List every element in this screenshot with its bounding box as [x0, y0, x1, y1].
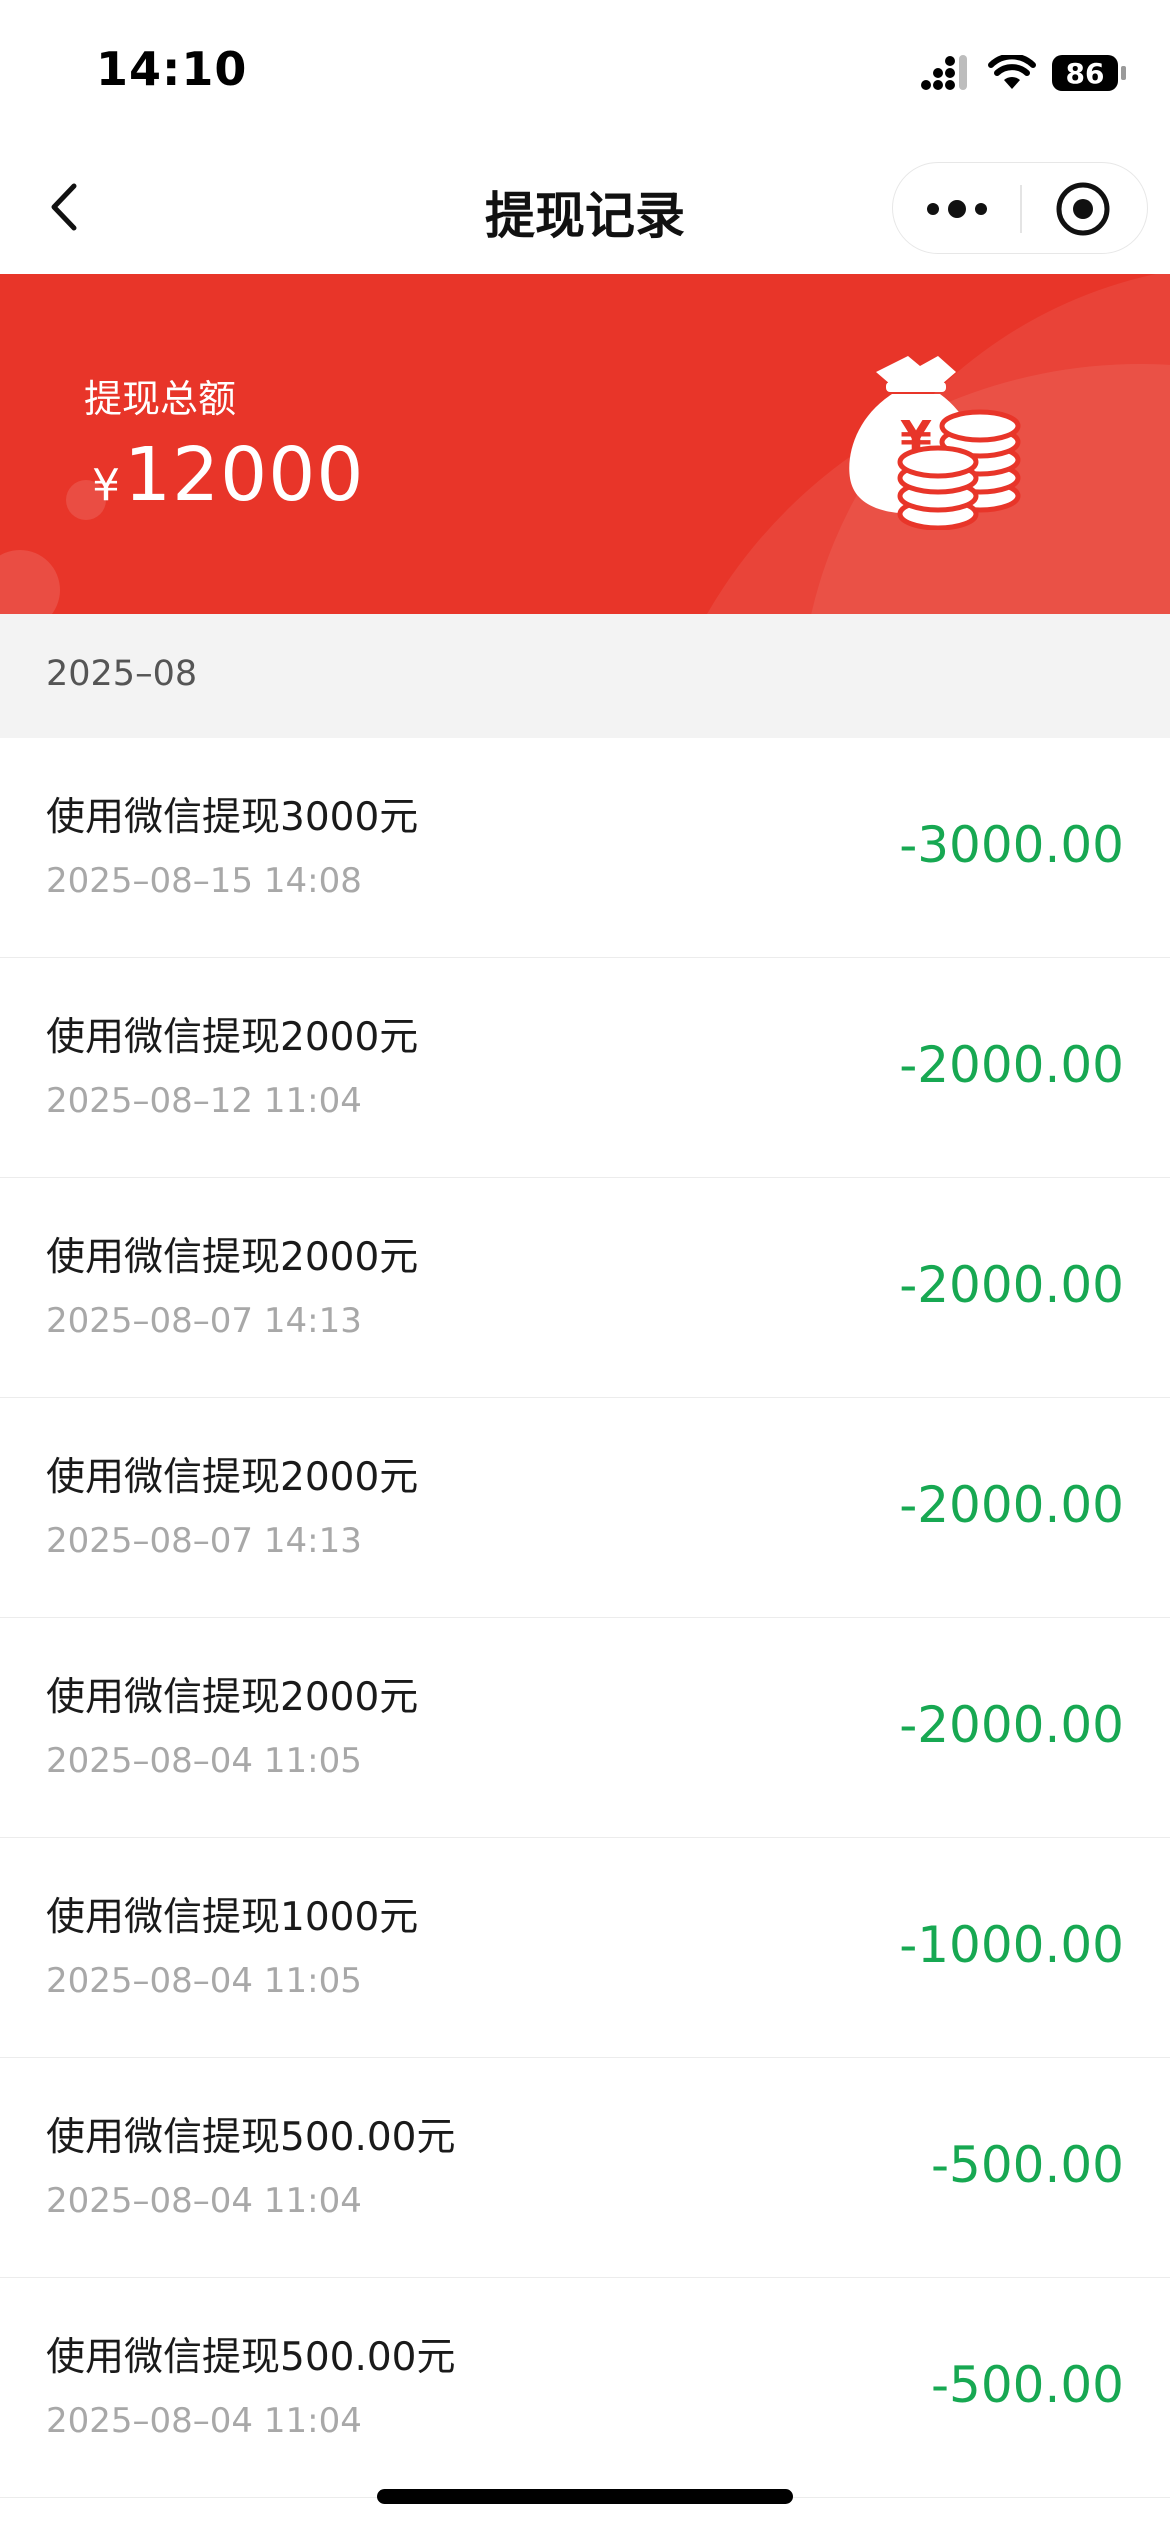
battery-icon: 86	[1052, 55, 1126, 91]
more-dots-icon	[927, 200, 987, 218]
miniprogram-capsule	[892, 162, 1148, 254]
page: 14:10 86 提现记录 提现总额 ¥ 12000 ¥ 2025–08 使用微…	[0, 0, 1170, 2532]
record-time: 2025–08–07 14:13	[46, 1301, 362, 1341]
record-title: 使用微信提现2000元	[46, 1675, 419, 1720]
record-amount: -2000.00	[899, 1696, 1124, 1754]
record-title: 使用微信提现1000元	[46, 1895, 419, 1940]
total-amount-value: 12000	[124, 432, 365, 518]
record-amount: -3000.00	[899, 816, 1124, 874]
withdraw-record-list: 使用微信提现3000元 2025–08–15 14:08 -3000.00 使用…	[0, 738, 1170, 2498]
record-time: 2025–08–04 11:05	[46, 1741, 362, 1781]
record-time: 2025–08–04 11:04	[46, 2401, 362, 2441]
currency-symbol: ¥	[92, 460, 120, 511]
record-amount: -500.00	[931, 2356, 1124, 2414]
close-miniprogram-button[interactable]	[1053, 179, 1113, 239]
month-label: 2025–08	[46, 654, 198, 694]
record-title: 使用微信提现500.00元	[46, 2335, 456, 2380]
signal-icon	[921, 55, 967, 90]
record-amount: -2000.00	[899, 1256, 1124, 1314]
record-title: 使用微信提现500.00元	[46, 2115, 456, 2160]
record-amount: -500.00	[931, 2136, 1124, 2194]
total-amount: ¥ 12000	[92, 432, 364, 518]
banner-decoration	[0, 550, 60, 614]
list-item[interactable]: 使用微信提现2000元 2025–08–04 11:05 -2000.00	[0, 1618, 1170, 1838]
record-time: 2025–08–15 14:08	[46, 861, 362, 901]
list-item[interactable]: 使用微信提现1000元 2025–08–04 11:05 -1000.00	[0, 1838, 1170, 2058]
record-time: 2025–08–07 14:13	[46, 1521, 362, 1561]
record-amount: -2000.00	[899, 1476, 1124, 1534]
record-title: 使用微信提现2000元	[46, 1015, 419, 1060]
status-bar: 14:10 86	[0, 0, 1170, 140]
status-time: 14:10	[96, 42, 248, 96]
record-amount: -1000.00	[899, 1916, 1124, 1974]
record-amount: -2000.00	[899, 1036, 1124, 1094]
nav-bar: 提现记录	[0, 140, 1170, 274]
list-item[interactable]: 使用微信提现2000元 2025–08–07 14:13 -2000.00	[0, 1178, 1170, 1398]
list-item[interactable]: 使用微信提现500.00元 2025–08–04 11:04 -500.00	[0, 2278, 1170, 2498]
record-title: 使用微信提现2000元	[46, 1455, 419, 1500]
status-icons: 86	[920, 48, 1126, 98]
more-button[interactable]	[921, 189, 993, 229]
list-item[interactable]: 使用微信提现500.00元 2025–08–04 11:04 -500.00	[0, 2058, 1170, 2278]
list-item[interactable]: 使用微信提现3000元 2025–08–15 14:08 -3000.00	[0, 738, 1170, 958]
capsule-divider	[1020, 185, 1022, 233]
list-item[interactable]: 使用微信提现2000元 2025–08–12 11:04 -2000.00	[0, 958, 1170, 1178]
record-time: 2025–08–04 11:05	[46, 1961, 362, 2001]
record-time: 2025–08–12 11:04	[46, 1081, 362, 1121]
withdraw-total-banner: 提现总额 ¥ 12000 ¥	[0, 274, 1170, 614]
month-header: 2025–08	[0, 614, 1170, 738]
record-time: 2025–08–04 11:04	[46, 2181, 362, 2221]
record-title: 使用微信提现2000元	[46, 1235, 419, 1280]
money-bag-coins-icon: ¥	[849, 356, 1021, 530]
total-label: 提现总额	[84, 377, 237, 421]
home-indicator[interactable]	[377, 2489, 793, 2504]
record-title: 使用微信提现3000元	[46, 795, 419, 840]
list-item[interactable]: 使用微信提现2000元 2025–08–07 14:13 -2000.00	[0, 1398, 1170, 1618]
miniprogram-close-icon	[1056, 182, 1110, 236]
wifi-icon	[988, 55, 1036, 89]
